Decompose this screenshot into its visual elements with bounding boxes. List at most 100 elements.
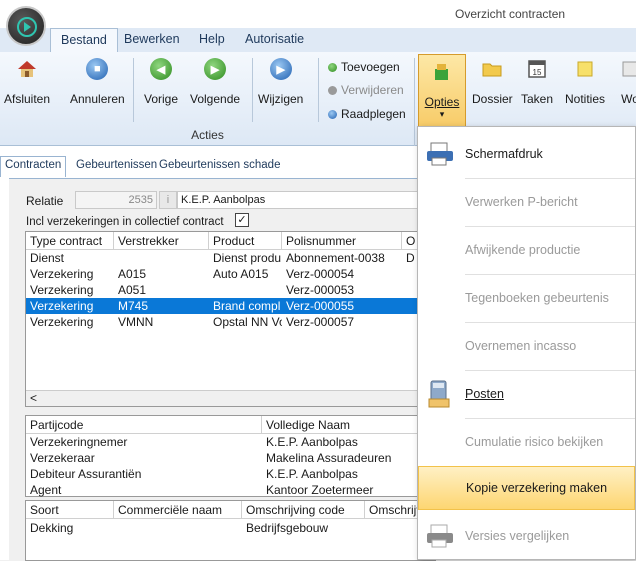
menu-item-posten[interactable]: Posten bbox=[418, 372, 635, 416]
group-divider bbox=[252, 58, 253, 122]
cell-verstrekker: A015 bbox=[118, 267, 147, 281]
menu-separator bbox=[465, 178, 635, 179]
play-icon: ▶ bbox=[269, 58, 292, 80]
menu-item-label: Afwijkende productie bbox=[465, 243, 581, 257]
volgende-button[interactable]: ▶ Volgende bbox=[190, 58, 240, 106]
menu-item-label: Versies vergelijken bbox=[465, 529, 570, 543]
app-menu-button[interactable] bbox=[6, 6, 46, 46]
relatie-name-field[interactable]: K.E.P. Aanbolpas bbox=[177, 191, 427, 209]
group-divider bbox=[133, 58, 134, 122]
raadplegen-button[interactable]: Raadplegen bbox=[328, 107, 406, 121]
collectief-label: Incl verzekeringen in collectief contrac… bbox=[26, 216, 224, 228]
calendar-day: 15 bbox=[533, 68, 542, 77]
dossier-label: Dossier bbox=[472, 92, 513, 106]
wo-button[interactable]: Wo bbox=[619, 58, 636, 106]
menu-item-label: Schermafdruk bbox=[465, 147, 543, 161]
cell-verstrekker: M745 bbox=[118, 299, 149, 313]
menu-item-cumulatie-risico[interactable]: Cumulatie risico bekijken bbox=[418, 420, 635, 464]
cell-polisnummer: Verz-000053 bbox=[286, 283, 355, 297]
col-header-product[interactable]: Product bbox=[209, 232, 282, 250]
toevoegen-label: Toevoegen bbox=[341, 60, 400, 74]
relatie-number-field[interactable]: 2535 bbox=[75, 191, 157, 209]
info-icon bbox=[328, 109, 337, 119]
wijzigen-label: Wijzigen bbox=[258, 92, 304, 106]
taken-button[interactable]: 15 Taken bbox=[521, 58, 553, 106]
cell-polisnummer: Verz-000057 bbox=[286, 315, 355, 329]
calculator-icon bbox=[428, 380, 450, 408]
afsluiten-button[interactable]: Afsluiten bbox=[4, 58, 50, 106]
col-header-verstrekker[interactable]: Verstrekker bbox=[114, 232, 209, 250]
dossier-button[interactable]: Dossier bbox=[472, 58, 513, 106]
verwijderen-button[interactable]: Verwijderen bbox=[328, 83, 404, 97]
document-icon bbox=[622, 61, 636, 77]
col-header-volledige-naam[interactable]: Volledige Naam bbox=[262, 416, 435, 434]
printer-icon bbox=[427, 524, 453, 548]
col-header-soort[interactable]: Soort bbox=[26, 501, 114, 519]
cell-product: Dienst produ bbox=[213, 251, 282, 265]
menu-item-kopie-verzekering[interactable]: Kopie verzekering maken bbox=[418, 466, 635, 510]
contracts-grid: Type contract Verstrekker Product Polisn… bbox=[25, 231, 436, 407]
col-header-polisnummer[interactable]: Polisnummer bbox=[282, 232, 402, 250]
tab-bestand[interactable]: Bestand bbox=[50, 28, 118, 53]
minus-icon bbox=[328, 85, 337, 95]
menu-item-schermafdruk[interactable]: Schermafdruk bbox=[418, 132, 635, 176]
note-icon bbox=[577, 61, 593, 77]
cell-verstrekker: VMNN bbox=[118, 315, 154, 329]
window-title: Overzicht contracten bbox=[455, 7, 566, 21]
ribbon-tab-bar: Bestand Bewerken Help Autorisatie bbox=[0, 28, 636, 53]
lookup-icon[interactable]: i bbox=[159, 191, 177, 209]
menu-item-tegenboeken-gebeurtenis[interactable]: Tegenboeken gebeurtenis bbox=[418, 276, 635, 320]
tab-contracten[interactable]: Contracten bbox=[0, 156, 67, 177]
menu-separator bbox=[465, 274, 635, 275]
printer-icon bbox=[427, 142, 453, 166]
cell-type: Verzekering bbox=[30, 315, 94, 329]
menu-separator bbox=[465, 322, 635, 323]
col-header-type[interactable]: Type contract bbox=[26, 232, 114, 250]
horizontal-scrollbar[interactable]: < bbox=[26, 390, 435, 406]
col-header-commerciele-naam[interactable]: Commerciële naam bbox=[114, 501, 242, 519]
collectief-checkbox[interactable]: ✓ bbox=[235, 213, 249, 227]
opties-label: Opties bbox=[424, 95, 460, 109]
menu-item-afwijkende-productie[interactable]: Afwijkende productie bbox=[418, 228, 635, 272]
annuleren-button[interactable]: ■ Annuleren bbox=[70, 58, 125, 106]
cell-naam: K.E.P. Aanbolpas bbox=[266, 435, 358, 449]
vorige-button[interactable]: ◀ Vorige bbox=[144, 58, 178, 106]
volgende-label: Volgende bbox=[190, 92, 241, 106]
col-header-partijcode[interactable]: Partijcode bbox=[26, 416, 262, 434]
scroll-left-arrow-icon[interactable]: < bbox=[30, 391, 37, 405]
cell-verstrekker bbox=[114, 250, 209, 266]
house-icon bbox=[18, 61, 37, 77]
menu-separator bbox=[465, 418, 635, 419]
menu-item-overnemen-incasso[interactable]: Overnemen incasso bbox=[418, 324, 635, 368]
cell-type: Dienst bbox=[30, 251, 65, 265]
plus-icon bbox=[328, 62, 337, 72]
afsluiten-label: Afsluiten bbox=[4, 92, 51, 106]
tab-gebeurtenissen[interactable]: Gebeurtenissen bbox=[76, 159, 157, 171]
menu-item-verwerken-p-bericht[interactable]: Verwerken P-bericht bbox=[418, 180, 635, 224]
cell-verstrekker: A051 bbox=[118, 283, 147, 297]
parties-grid: Partijcode Volledige Naam Verzekeringnem… bbox=[25, 415, 436, 497]
tab-bewerken[interactable]: Bewerken bbox=[124, 32, 180, 46]
menu-item-versies-vergelijken[interactable]: Versies vergelijken bbox=[418, 514, 635, 558]
menu-item-label: Posten bbox=[465, 387, 504, 401]
group-divider bbox=[414, 58, 415, 146]
toevoegen-button[interactable]: Toevoegen bbox=[328, 60, 400, 74]
verwijderen-label: Verwijderen bbox=[341, 83, 404, 97]
vorige-label: Vorige bbox=[144, 92, 179, 106]
tab-gebeurtenissen-schade[interactable]: Gebeurtenissen schade bbox=[159, 159, 280, 171]
menu-item-label: Verwerken P-bericht bbox=[465, 195, 578, 209]
raadplegen-label: Raadplegen bbox=[341, 107, 406, 121]
notities-button[interactable]: Notities bbox=[565, 58, 605, 106]
cell-soort: Dekking bbox=[30, 521, 74, 535]
cell-naam: Makelina Assuradeuren bbox=[266, 451, 392, 465]
tab-help[interactable]: Help bbox=[199, 32, 225, 46]
cell-polisnummer: Abonnement-0038 bbox=[286, 251, 385, 265]
cell-type: Verzekering bbox=[30, 267, 94, 281]
col-header-omschrijving-code[interactable]: Omschrijving code bbox=[242, 501, 365, 519]
wijzigen-button[interactable]: ▶ Wijzigen bbox=[258, 58, 303, 106]
cell-polisnummer: Verz-000055 bbox=[286, 299, 355, 313]
cell-partijcode: Debiteur Assurantiën bbox=[30, 467, 142, 481]
relatie-label: Relatie bbox=[26, 194, 64, 208]
tab-autorisatie[interactable]: Autorisatie bbox=[245, 32, 304, 46]
menu-item-label: Cumulatie risico bekijken bbox=[465, 435, 604, 449]
